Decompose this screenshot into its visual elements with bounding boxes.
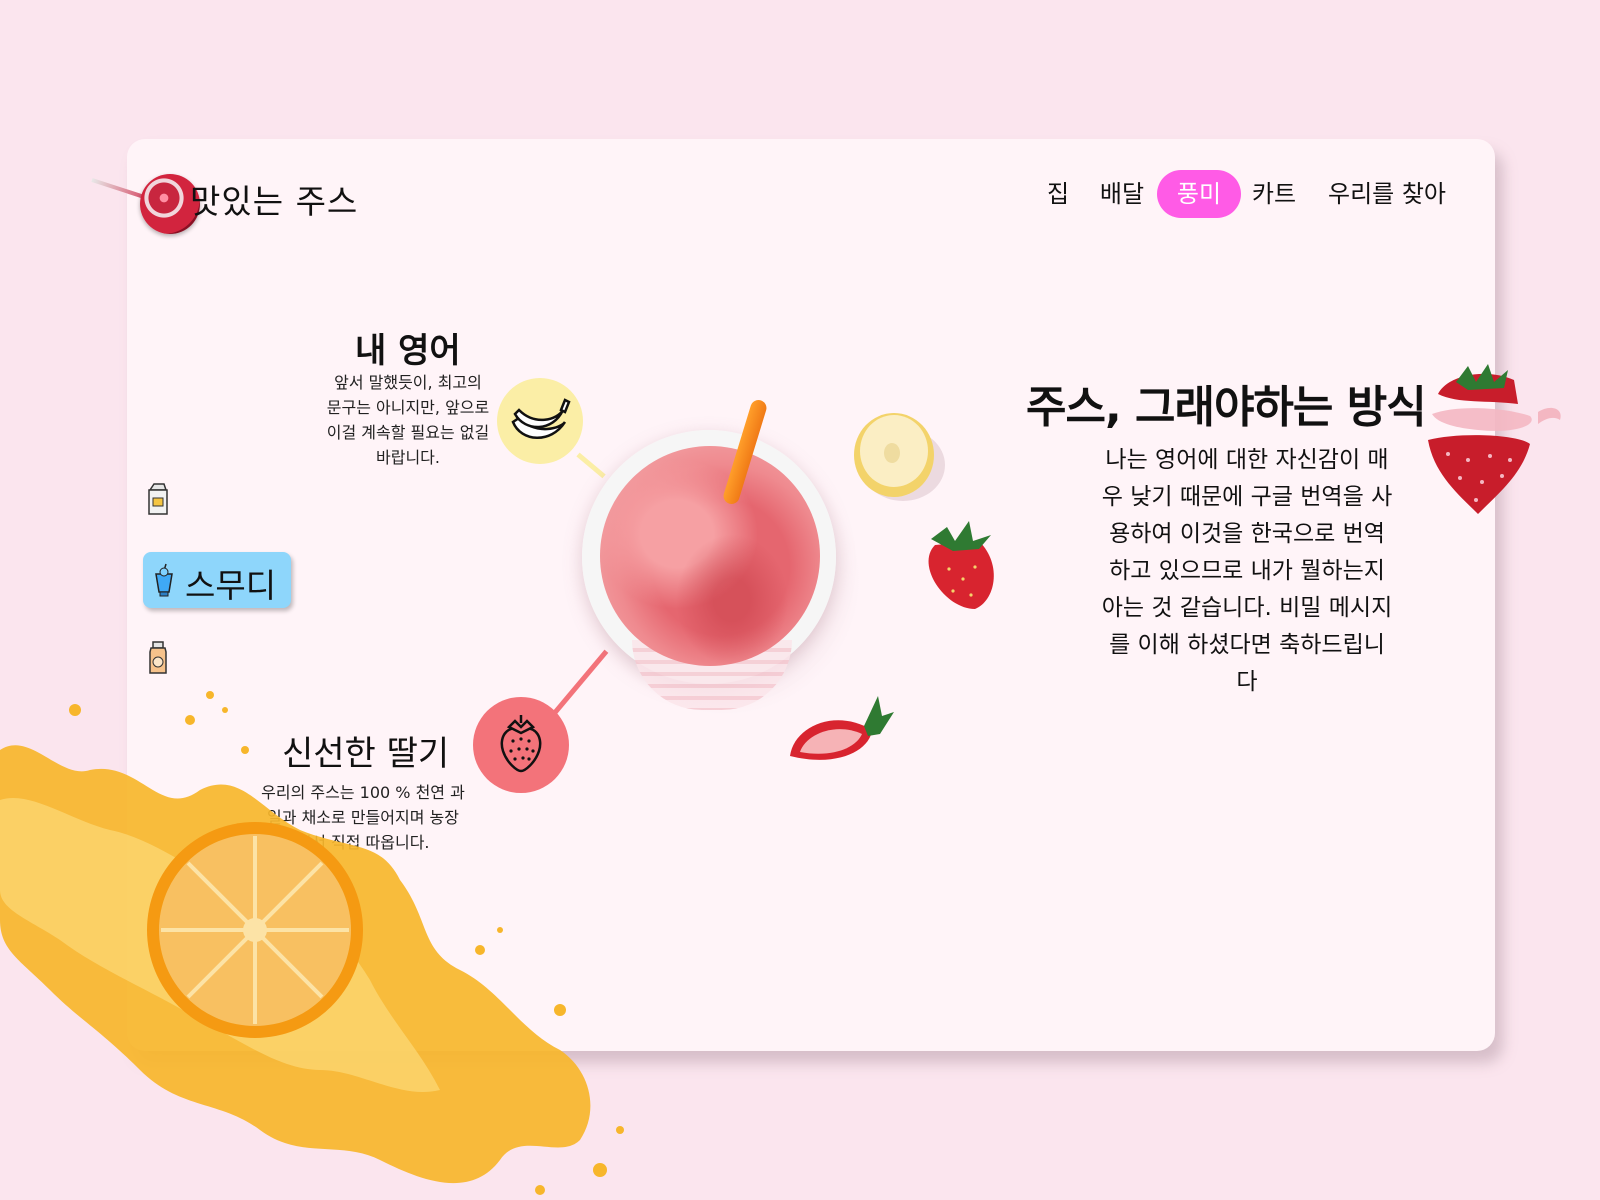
feature-english-line: 문구는 아니지만, 앞으로 [326, 398, 490, 417]
hero-paragraph-line: 를 이해 하셨다면 축하드립니 [1109, 632, 1385, 658]
banana-icon [511, 398, 571, 439]
juice-carton-icon[interactable] [146, 482, 170, 516]
smoothie-label: 스무디 [185, 566, 277, 605]
nav-item-delivery[interactable]: 배달 [1097, 170, 1147, 218]
nav-item-cart[interactable]: 카트 [1249, 170, 1299, 218]
nav-item-home[interactable]: 집 [1043, 170, 1073, 218]
banana-slice-image [854, 413, 945, 501]
feature-english-line: 앞서 말했듯이, 최고의 [334, 373, 482, 392]
orange-splash-image [0, 691, 624, 1195]
hero-paragraph-line: 용하여 이것을 한국으로 번역 [1109, 521, 1385, 547]
nav-item-find-us[interactable]: 우리를 찾아 [1323, 170, 1451, 218]
nav-item-flavor[interactable]: 풍미 [1157, 170, 1241, 218]
top-nav: 집 배달 풍미 카트 우리를 찾아 [0, 170, 1600, 220]
hero-paragraph-line: 우 낮기 때문에 구글 번역을 사 [1101, 484, 1393, 510]
hero-paragraph-line: 나는 영어에 대한 자신감이 매 [1105, 447, 1389, 473]
feature-english-line: 이걸 계속할 필요는 없길 [326, 423, 490, 442]
juice-bottle-icon[interactable] [146, 640, 170, 674]
hero-paragraph-line: 아는 것 같습니다. 비밀 메시지 [1101, 595, 1393, 621]
hero-paragraph: 나는 영어에 대한 자신감이 매 우 낮기 때문에 구글 번역을 사 용하여 이… [1088, 442, 1406, 701]
hero-headline: 주스, 그래야하는 방식 [1026, 382, 1427, 433]
banana-badge [497, 378, 583, 464]
strawberry-image [928, 521, 994, 609]
smoothie-cup-icon [153, 562, 175, 602]
hero-paragraph-line: 하고 있으므로 내가 뭘하는지 [1109, 558, 1385, 584]
hero-paragraph-line: 다 [1236, 669, 1258, 695]
feature-english-body: 앞서 말했듯이, 최고의 문구는 아니지만, 앞으로 이걸 계속할 필요는 없길… [318, 370, 498, 470]
strawberry-splash-image [1428, 364, 1561, 514]
feature-english-line: 바랍니다. [376, 448, 440, 467]
smoothie-fill [600, 446, 820, 666]
strawberry-half-image [790, 696, 894, 760]
feature-english-title: 내 영어 [355, 331, 461, 371]
rail-item-smoothie[interactable]: 스무디 [143, 552, 291, 608]
